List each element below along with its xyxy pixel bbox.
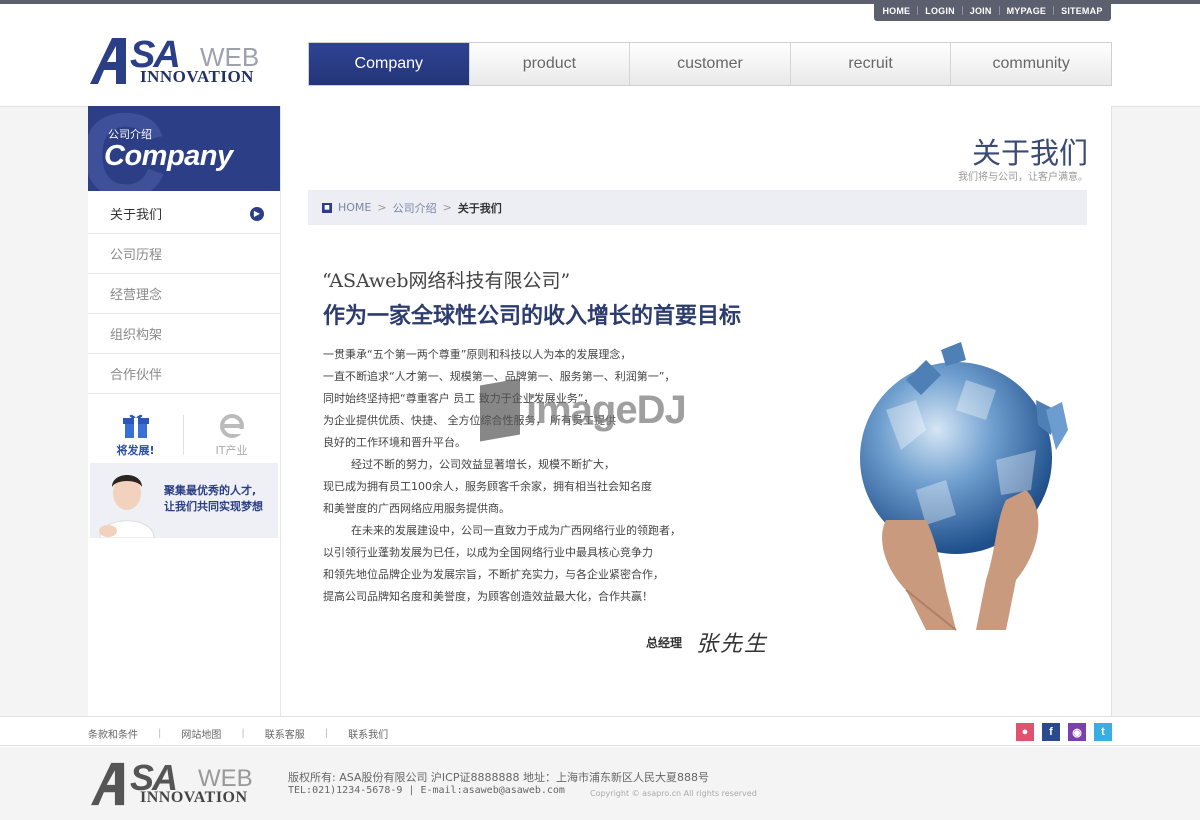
sidebar-header: C 公司介绍 Company xyxy=(88,106,280,191)
tab-company[interactable]: Company xyxy=(309,43,470,85)
footer-link-sitemap[interactable]: 网站地图 xyxy=(181,726,221,741)
watermark-text: imageDJ xyxy=(526,387,687,432)
weibo-icon[interactable]: ● xyxy=(1016,723,1034,741)
development-label: 将发展! xyxy=(116,444,155,457)
globe-hands-icon xyxy=(860,342,1068,631)
person-photo-icon xyxy=(94,467,160,538)
text-line: 经过不断的努力，公司效益显著增长，规模不断扩大， xyxy=(351,458,615,471)
watermark: imageDJ xyxy=(480,378,687,442)
divider: | xyxy=(158,728,162,739)
site-logo[interactable]: SA WEB INNOVATION xyxy=(90,34,270,88)
tab-community[interactable]: community xyxy=(951,43,1111,85)
recruit-banner[interactable]: 聚集最优秀的人才, 让我们共同实现梦想 xyxy=(90,463,278,538)
facebook-icon[interactable]: f xyxy=(1042,723,1060,741)
tab-recruit[interactable]: recruit xyxy=(790,43,952,85)
it-industry-label: IT产业 xyxy=(215,444,248,457)
breadcrumb-current: 关于我们 xyxy=(457,201,502,215)
headline: 作为一家全球性公司的收入增长的首要目标 xyxy=(323,303,742,329)
sidebar-item-label: 公司历程 xyxy=(110,248,163,263)
nav-mypage-link[interactable]: MYPAGE xyxy=(1000,6,1054,16)
banner-text: 聚集最优秀的人才, 让我们共同实现梦想 xyxy=(164,483,263,515)
sidebar-item-organization[interactable]: 组织构架 xyxy=(88,314,280,354)
text-line: 以引领行业蓬勃发展为已任，以成为全国网络行业中最具核心竞争力 xyxy=(323,546,653,559)
text-line: 和美誉度的广西网络应用服务提供商。 xyxy=(323,502,510,515)
footer-link-contact[interactable]: 联系我们 xyxy=(348,726,388,741)
logo-innovation-text: INNOVATION xyxy=(140,789,248,806)
watermark-logo-icon xyxy=(480,378,520,442)
sidebar: C 公司介绍 Company 关于我们 ▶ 公司历程 经营理念 组织构架 合作伙… xyxy=(88,106,281,716)
sidebar-quick-icons: 将发展! IT产业 xyxy=(88,406,280,464)
footer: SA WEB INNOVATION 版权所有: ASA股份有限公司 沪ICP证8… xyxy=(0,747,1200,820)
gift-icon xyxy=(122,414,149,438)
breadcrumb-section[interactable]: 公司介绍 xyxy=(393,200,437,216)
development-link[interactable]: 将发展! xyxy=(88,412,183,458)
footer-logo[interactable]: SA WEB INNOVATION xyxy=(90,757,270,807)
utility-nav: HOME LOGIN JOIN MYPAGE SITEMAP xyxy=(874,0,1111,21)
breadcrumb-home[interactable]: HOME xyxy=(338,201,371,214)
ie-icon xyxy=(219,414,245,438)
arrow-right-icon: ▶ xyxy=(250,206,264,221)
page-title: 关于我们 xyxy=(971,136,1088,170)
footer-link-service[interactable]: 联系客服 xyxy=(265,726,305,741)
nav-login-link[interactable]: LOGIN xyxy=(918,6,962,16)
nav-home-link[interactable]: HOME xyxy=(875,6,917,16)
company-name-quote: “ASAweb网络科技有限公司” xyxy=(322,270,571,292)
sidebar-item-label: 组织构架 xyxy=(110,328,163,343)
footer-links-bar: 条款和条件 | 网站地图 | 联系客服 | 联系我们 ● f ◉ t xyxy=(0,716,1200,746)
social-links: ● f ◉ t xyxy=(1016,723,1112,741)
footer-address: 版权所有: ASA股份有限公司 沪ICP证8888888 地址：上海市浦东新区人… xyxy=(288,771,709,784)
sidebar-item-philosophy[interactable]: 经营理念 xyxy=(88,274,280,314)
text-line: 在未来的发展建设中，公司一直致力于成为广西网络行业的领跑者， xyxy=(351,524,681,537)
footer-copyright: Copyright © asapro.cn All rights reserve… xyxy=(590,789,757,798)
text-line: 现已成为拥有员工100余人，服务顾客千余家，拥有相当社会知名度 xyxy=(323,480,652,493)
signature-name: 张先生 xyxy=(696,632,769,657)
footer-contact: TEL:021)1234-5678-9 | E-mail:asaweb@asaw… xyxy=(288,785,565,796)
divider: | xyxy=(241,728,245,739)
main-navigation: Company product customer recruit communi… xyxy=(308,42,1112,86)
sidebar-item-about[interactable]: 关于我们 ▶ xyxy=(88,194,280,234)
signature: 总经理 张先生 xyxy=(646,626,768,658)
sidebar-item-label: 合作伙伴 xyxy=(110,368,163,383)
tab-customer[interactable]: customer xyxy=(630,43,791,85)
nav-sitemap-link[interactable]: SITEMAP xyxy=(1054,6,1109,16)
signature-title: 总经理 xyxy=(646,635,683,650)
page-subtitle: 我们将与公司，让客户满意。 xyxy=(958,172,1088,183)
logo-innovation-text: INNOVATION xyxy=(140,67,254,86)
footer-link-terms[interactable]: 条款和条件 xyxy=(88,726,138,741)
breadcrumb: ■ HOME > 公司介绍 > 关于我们 xyxy=(308,190,1087,225)
home-icon: ■ xyxy=(322,202,332,213)
banner-line-1: 聚集最优秀的人才, xyxy=(164,484,257,497)
sidebar-item-label: 经营理念 xyxy=(110,288,163,303)
sidebar-item-partners[interactable]: 合作伙伴 xyxy=(88,354,280,394)
it-industry-link[interactable]: IT产业 xyxy=(184,412,279,458)
qq-icon[interactable]: ◉ xyxy=(1068,723,1086,741)
text-line: 一贯秉承“五个第一两个尊重”原则和科技以人为本的发展理念， xyxy=(323,348,632,361)
banner-line-2: 让我们共同实现梦想 xyxy=(164,500,263,513)
footer-links: 条款和条件 | 网站地图 | 联系客服 | 联系我们 xyxy=(88,726,388,741)
chevron-right-icon: > xyxy=(377,201,387,214)
nav-join-link[interactable]: JOIN xyxy=(963,6,999,16)
text-line: 提高公司品牌知名度和美誉度，为顾客创造效益最大化，合作共赢！ xyxy=(323,590,653,603)
sidebar-menu: 关于我们 ▶ 公司历程 经营理念 组织构架 合作伙伴 xyxy=(88,194,280,394)
text-line: 和领先地位品牌企业为发展宗旨，不断扩充实力，与各企业紧密合作， xyxy=(323,568,664,581)
sidebar-item-history[interactable]: 公司历程 xyxy=(88,234,280,274)
sidebar-header-en: Company xyxy=(104,140,233,172)
divider: | xyxy=(324,728,329,739)
chevron-right-icon: > xyxy=(442,201,452,214)
twitter-icon[interactable]: t xyxy=(1094,723,1112,741)
sidebar-item-label: 关于我们 xyxy=(110,208,163,223)
tab-product[interactable]: product xyxy=(469,43,631,85)
